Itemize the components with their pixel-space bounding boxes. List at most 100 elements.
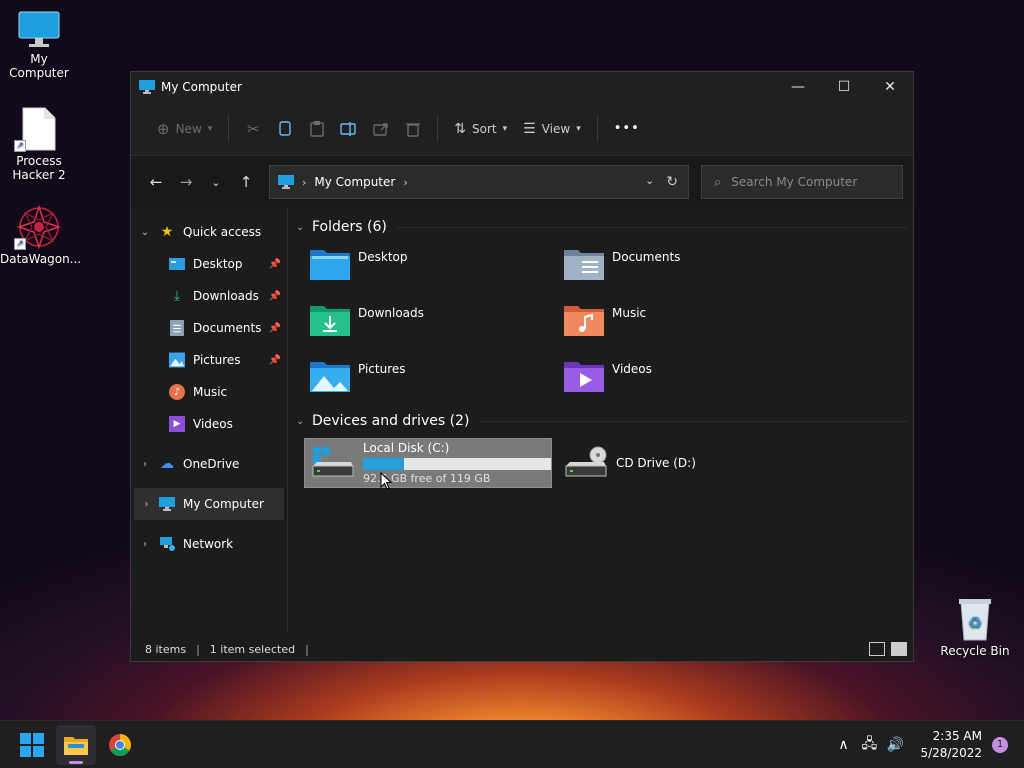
delete-button[interactable] — [397, 113, 429, 145]
copy-icon — [279, 120, 291, 136]
folder-label: Downloads — [358, 306, 424, 320]
sidebar-item-my-computer[interactable]: › My Computer — [134, 488, 284, 520]
chevron-right-icon[interactable]: › — [131, 459, 159, 470]
sort-button[interactable]: ⇅ Sort ▾ — [446, 113, 515, 145]
chrome-taskbar-button[interactable] — [100, 725, 140, 765]
sidebar-item-label: Pictures — [193, 353, 241, 367]
start-button[interactable] — [12, 725, 52, 765]
breadcrumb-my-computer[interactable]: My Computer — [314, 175, 395, 189]
notification-badge[interactable]: 1 — [992, 736, 1008, 753]
cut-button[interactable]: ✂ — [237, 113, 269, 145]
chevron-right-icon[interactable]: › — [134, 499, 159, 510]
share-button[interactable] — [365, 113, 397, 145]
details-view-button[interactable] — [869, 642, 885, 656]
status-bar: 8 items | 1 item selected | — [131, 637, 913, 661]
pin-icon: 📌 — [268, 290, 281, 302]
volume-button[interactable]: 🔊 — [882, 737, 908, 753]
view-label: View — [541, 121, 571, 136]
view-button[interactable]: ☰ View ▾ — [515, 113, 589, 145]
chevron-down-icon[interactable]: ⌄ — [131, 227, 159, 238]
address-dropdown-icon[interactable]: ⌄ — [645, 174, 654, 190]
breadcrumb-separator-icon[interactable]: › — [403, 176, 407, 189]
svg-text:♻: ♻ — [968, 613, 982, 632]
sidebar-item-label: OneDrive — [183, 457, 240, 471]
folders-group-header[interactable]: ⌄ Folders (6) — [296, 214, 907, 240]
search-box[interactable]: ⌕ Search My Computer — [701, 165, 903, 199]
sidebar-item-network[interactable]: › Network — [131, 528, 287, 560]
back-button[interactable]: ← — [141, 167, 171, 197]
sidebar-item-pictures[interactable]: Pictures 📌 — [131, 344, 287, 376]
cd-drive-icon — [565, 446, 607, 477]
plus-circle-icon: ⊕ — [157, 119, 170, 138]
sidebar-item-label: Network — [183, 537, 234, 551]
desktop-icon-label: Process Hacker 2 — [12, 154, 66, 182]
folder-music[interactable]: Music — [562, 296, 816, 352]
chrome-icon — [109, 733, 131, 756]
desktop-icon-label: DataWagon... — [0, 252, 82, 266]
new-label: New — [175, 121, 202, 136]
network-icon: 🖧 — [861, 735, 878, 752]
drive-cd-d[interactable]: CD Drive (D:) — [558, 438, 806, 488]
clipboard-icon — [310, 120, 324, 137]
show-hidden-icons-button[interactable]: ∧ — [830, 737, 856, 753]
trash-icon — [406, 122, 421, 137]
minimize-button[interactable]: — — [775, 72, 821, 102]
folder-videos[interactable]: Videos — [562, 352, 816, 408]
forward-button[interactable]: → — [171, 167, 201, 197]
maximize-button[interactable]: ☐ — [821, 72, 867, 102]
close-button[interactable]: ✕ — [867, 72, 913, 102]
network-status-button[interactable]: 🖧 — [856, 733, 882, 757]
recent-locations-button[interactable]: ⌄ — [201, 167, 231, 197]
windows-logo-icon — [20, 732, 44, 757]
title-bar[interactable]: My Computer — ☐ ✕ — [131, 72, 913, 102]
folder-downloads[interactable]: Downloads — [308, 296, 562, 352]
refresh-icon[interactable]: ↻ — [666, 174, 678, 190]
file-explorer-taskbar-button[interactable] — [56, 724, 96, 765]
chevron-down-icon[interactable]: ⌄ — [296, 416, 312, 427]
chevron-right-icon[interactable]: › — [131, 539, 159, 550]
new-button[interactable]: ⊕ New ▾ — [149, 113, 220, 145]
toolbar-divider — [228, 115, 230, 142]
sort-label: Sort — [472, 121, 497, 136]
desktop-icon-datawagon[interactable]: ↗ DataWagon... — [0, 204, 82, 266]
paste-button[interactable] — [301, 113, 333, 145]
folder-desktop[interactable]: Desktop — [308, 240, 562, 296]
drive-local-disk-c[interactable]: Local Disk (C:) 92.5 GB free of 119 GB — [304, 438, 552, 488]
folder-label: Desktop — [358, 250, 408, 264]
sort-icon: ⇅ — [454, 120, 467, 137]
navigation-bar: ← → ⌄ ↑ › My Computer › ⌄ ↻ ⌕ Search My … — [131, 156, 913, 208]
chevron-down-icon: ▾ — [502, 123, 508, 134]
monitor-icon — [139, 80, 155, 94]
up-button[interactable]: ↑ — [231, 167, 261, 197]
status-separator: | — [196, 642, 200, 656]
sidebar-item-desktop[interactable]: Desktop 📌 — [131, 248, 287, 280]
folder-pictures[interactable]: Pictures — [308, 352, 562, 408]
chevron-down-icon: ⌄ — [211, 175, 221, 189]
item-count: 8 items — [145, 642, 187, 656]
sidebar-item-quick-access[interactable]: ⌄ ★ Quick access — [131, 216, 287, 248]
hard-drive-icon — [312, 447, 354, 477]
chevron-down-icon: ▾ — [207, 123, 213, 134]
system-tray: ∧ 🖧 🔊 2:35 AM 5/28/2022 1 — [830, 721, 1024, 768]
desktop-icon-process-hacker[interactable]: ↗ Process Hacker 2 — [0, 106, 78, 182]
folder-documents[interactable]: Documents — [562, 240, 816, 296]
sidebar-item-documents[interactable]: Documents 📌 — [131, 312, 287, 344]
sidebar-item-music[interactable]: ♪ Music — [131, 376, 287, 408]
file-explorer-window: My Computer — ☐ ✕ ⊕ New ▾ ✂ ⇅ Sort ▾ ☰ V… — [130, 71, 914, 662]
music-folder-icon — [564, 306, 604, 336]
list-view-icon: ☰ — [523, 120, 536, 137]
more-options-button[interactable]: ••• — [606, 113, 648, 145]
picture-icon — [169, 352, 185, 368]
desktop-icon-my-computer[interactable]: My Computer — [0, 10, 78, 80]
clock[interactable]: 2:35 AM 5/28/2022 — [920, 728, 982, 762]
address-bar[interactable]: › My Computer › ⌄ ↻ — [269, 165, 689, 199]
drives-group-header[interactable]: ⌄ Devices and drives (2) — [296, 408, 907, 434]
sidebar-item-videos[interactable]: ▶ Videos — [131, 408, 287, 440]
desktop-icon-recycle-bin[interactable]: ♻ Recycle Bin — [936, 596, 1014, 658]
chevron-down-icon[interactable]: ⌄ — [296, 222, 312, 233]
large-icons-view-button[interactable] — [891, 642, 907, 656]
sidebar-item-onedrive[interactable]: › ☁ OneDrive — [131, 448, 287, 480]
sidebar-item-downloads[interactable]: ⤓ Downloads 📌 — [131, 280, 287, 312]
copy-button[interactable] — [269, 113, 301, 145]
rename-button[interactable] — [333, 113, 365, 145]
